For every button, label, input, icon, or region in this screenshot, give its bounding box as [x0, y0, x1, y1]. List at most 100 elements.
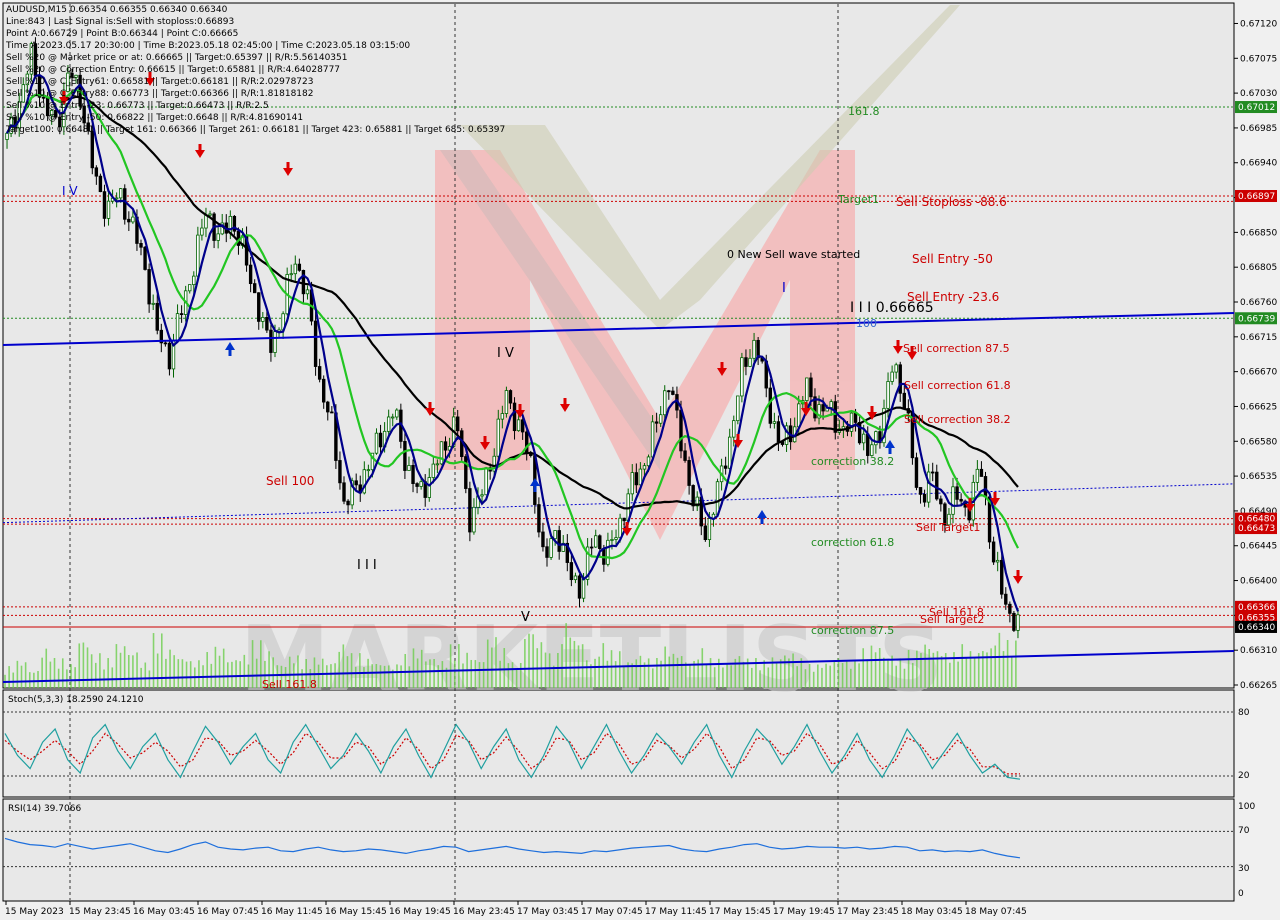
candle-body [419, 481, 423, 487]
candle-body [326, 401, 330, 413]
price-tag-label: 0.66739 [1238, 314, 1275, 324]
candle-body [732, 420, 736, 438]
candle-body [809, 377, 813, 398]
candle-body [407, 465, 411, 471]
candle-body [650, 421, 655, 458]
time-tick-label: 18 May 03:45 [901, 907, 963, 917]
candle-body [983, 476, 988, 498]
time-axis: 15 May 2023 15 May 23:45 16 May 03:45 16 Ma… [5, 901, 1027, 917]
wave-iii-price-label: I I I 0.66665 [850, 300, 934, 316]
time-tick-label: 17 May 03:45 [517, 907, 579, 917]
rsi-level-100: 100 [1238, 802, 1255, 812]
price-axis: 0.67120 0.67075 0.67030 0.66985 0.66940 0.668… [1234, 19, 1277, 691]
candle-body [464, 456, 468, 489]
candle-body [94, 167, 99, 177]
candle-body [703, 525, 708, 540]
candle-body [935, 471, 939, 500]
candle-body [269, 329, 273, 353]
info-line: Sell %10 @ Entry -23: 0.66773 || Target:… [6, 101, 269, 111]
candle-body [959, 498, 963, 502]
level-161-label: 161.8 [848, 105, 880, 118]
candle-body [435, 463, 440, 466]
candle-body [163, 342, 168, 345]
candle-body [569, 562, 574, 581]
candle-body [216, 233, 220, 241]
sell-1618-bottom-label: Sell 161.8 [262, 678, 317, 691]
candle-body [975, 468, 980, 483]
time-tick-label: 18 May 07:45 [965, 907, 1027, 917]
candle-body [378, 432, 383, 448]
candle-body [1000, 559, 1004, 595]
candle-body [979, 468, 984, 477]
candle-body [427, 477, 431, 498]
stoch-label: Stoch(5,3,3) 18.2590 24.1210 [8, 695, 144, 705]
candle-body [167, 342, 172, 370]
candle-body [870, 444, 874, 456]
candle-body [805, 377, 809, 401]
candle-body [102, 191, 107, 219]
candle-body [577, 575, 582, 599]
target1-label: Target1 [837, 193, 879, 206]
candle-body [208, 213, 212, 216]
main-chart[interactable]: MARKETLISTS 161.8 Target1 Sell Stoploss … [0, 0, 1280, 920]
candle-body [610, 539, 614, 541]
rsi-level-30: 30 [1238, 864, 1250, 874]
rsi-label: RSI(14) 39.7066 [8, 804, 81, 814]
candle-body [598, 535, 602, 549]
candle-body [768, 387, 773, 424]
sell-100-label: Sell 100 [266, 474, 314, 488]
candle-body [886, 381, 890, 409]
candle-body [431, 463, 436, 478]
candle-body [926, 471, 931, 503]
candle-body [131, 216, 135, 223]
price-tick-label: 0.66625 [1240, 402, 1277, 412]
candle-body [346, 500, 350, 506]
info-panel: AUDUSD,M15 0.66354 0.66355 0.66340 0.663… [6, 4, 505, 136]
candle-body [106, 200, 111, 219]
candle-body [200, 227, 204, 236]
correction-875-label: correction 87.5 [811, 624, 894, 637]
candle-body [545, 546, 549, 558]
candle-body [257, 292, 261, 322]
candle-body [589, 546, 594, 549]
candle-body [391, 416, 395, 419]
price-tag-label: 0.66340 [1238, 623, 1275, 633]
candle-body [1016, 614, 1020, 631]
wave-v-label: V [521, 610, 530, 625]
candle-body [1008, 603, 1012, 614]
candle-body [90, 130, 94, 169]
candle-body [549, 538, 553, 558]
candle-body [114, 197, 119, 200]
candle-body [679, 409, 683, 452]
candle-body [508, 390, 513, 404]
candle-body [658, 414, 663, 424]
wave-iii-label: I I I [357, 558, 377, 573]
candle-body [366, 469, 371, 472]
candle-body [313, 320, 318, 367]
candle-body [301, 269, 306, 295]
candle-body [455, 416, 460, 432]
candle-body [797, 403, 801, 428]
info-line: Sell %20 @ Correction Entry: 0.66615 || … [6, 65, 341, 75]
price-tick-label: 0.66445 [1240, 542, 1277, 552]
time-tick-label: 17 May 23:45 [837, 907, 899, 917]
candle-body [638, 468, 643, 486]
candle-body [951, 486, 955, 515]
candle-body [415, 483, 419, 487]
price-tick-label: 0.66985 [1240, 124, 1277, 134]
rsi-level-0: 0 [1238, 889, 1244, 899]
candle-body [480, 494, 484, 497]
time-tick-label: 15 May 2023 [5, 907, 64, 917]
candle-body [248, 264, 253, 285]
candle-body [155, 302, 159, 331]
sell-target1-label: Sell Target1 [916, 521, 980, 534]
price-tick-label: 0.66715 [1240, 333, 1277, 343]
candle-body [147, 269, 151, 305]
new-wave-label: 0 New Sell wave started [727, 248, 860, 261]
candle-body [439, 441, 444, 465]
candle-body [553, 530, 557, 540]
candle-body [642, 465, 647, 470]
sell-stoploss-label: Sell Stoploss -88.6 [896, 195, 1007, 209]
candle-body [175, 313, 180, 342]
price-tick-label: 0.67120 [1240, 19, 1277, 29]
